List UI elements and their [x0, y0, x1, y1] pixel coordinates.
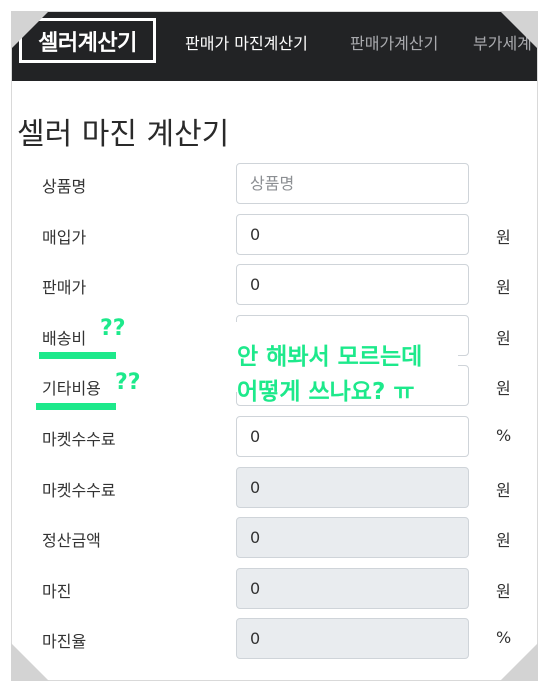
nav-item-price-calculator[interactable]: 판매가계산기 — [350, 30, 438, 54]
form-row-purchase-price: 매입가 원 — [12, 214, 537, 256]
form-row-market-fee-percent: 마켓수수료 % — [12, 416, 537, 458]
settlement-unit: 원 — [496, 531, 511, 550]
product-name-input[interactable] — [236, 163, 469, 204]
form-row-margin: 마진 원 — [12, 568, 537, 610]
margin-rate-output — [236, 618, 469, 659]
purchase-price-unit: 원 — [496, 228, 511, 247]
annotation-underline-1 — [39, 352, 116, 359]
purchase-price-input[interactable] — [236, 214, 469, 255]
shipping-fee-label: 배송비 — [42, 329, 87, 348]
sale-price-input[interactable] — [236, 264, 469, 305]
other-costs-unit: 원 — [496, 379, 511, 398]
market-fee-percent-unit: % — [496, 426, 512, 445]
form-row-settlement: 정산금액 원 — [12, 517, 537, 559]
annotation-question-marks-1: ?? — [100, 316, 126, 341]
corner-decoration-top-right — [500, 11, 538, 49]
annotation-underline-2 — [36, 403, 116, 410]
page-title: 셀러 마진 계산기 — [17, 117, 230, 152]
shipping-fee-unit: 원 — [496, 329, 511, 348]
annotation-text-line-1: 안 해봐서 모르는데 — [237, 344, 423, 370]
top-navbar: 셀러계산기 판매가 마진계산기 판매가계산기 부가세계 — [12, 12, 537, 81]
corner-decoration-top-left — [11, 11, 49, 49]
form-row-market-fee-amount: 마켓수수료 원 — [12, 467, 537, 509]
other-costs-label: 기타비용 — [42, 379, 101, 398]
market-fee-percent-label: 마켓수수료 — [42, 430, 116, 449]
settlement-output — [236, 517, 469, 558]
market-fee-amount-label: 마켓수수료 — [42, 481, 116, 500]
corner-decoration-bottom-left — [11, 643, 49, 681]
corner-decoration-bottom-right — [500, 643, 538, 681]
sale-price-unit: 원 — [496, 278, 511, 297]
form-row-margin-rate: 마진율 % — [12, 618, 537, 660]
margin-output — [236, 568, 469, 609]
market-fee-percent-input[interactable] — [236, 416, 469, 457]
form-row-sale-price: 판매가 원 — [12, 264, 537, 306]
annotation-text-line-2: 어떻게 쓰나요? ㅠ — [237, 379, 415, 405]
settlement-label: 정산금액 — [42, 531, 101, 550]
annotation-question-marks-2: ?? — [115, 370, 141, 395]
margin-label: 마진 — [42, 582, 72, 601]
form-row-product-name: 상품명 — [12, 163, 537, 205]
market-fee-amount-output — [236, 467, 469, 508]
nav-item-margin-calculator[interactable]: 판매가 마진계산기 — [185, 30, 308, 54]
market-fee-amount-unit: 원 — [496, 481, 511, 500]
purchase-price-label: 매입가 — [42, 228, 87, 247]
margin-unit: 원 — [496, 582, 511, 601]
sale-price-label: 판매가 — [42, 278, 87, 297]
product-name-label: 상품명 — [42, 177, 87, 196]
